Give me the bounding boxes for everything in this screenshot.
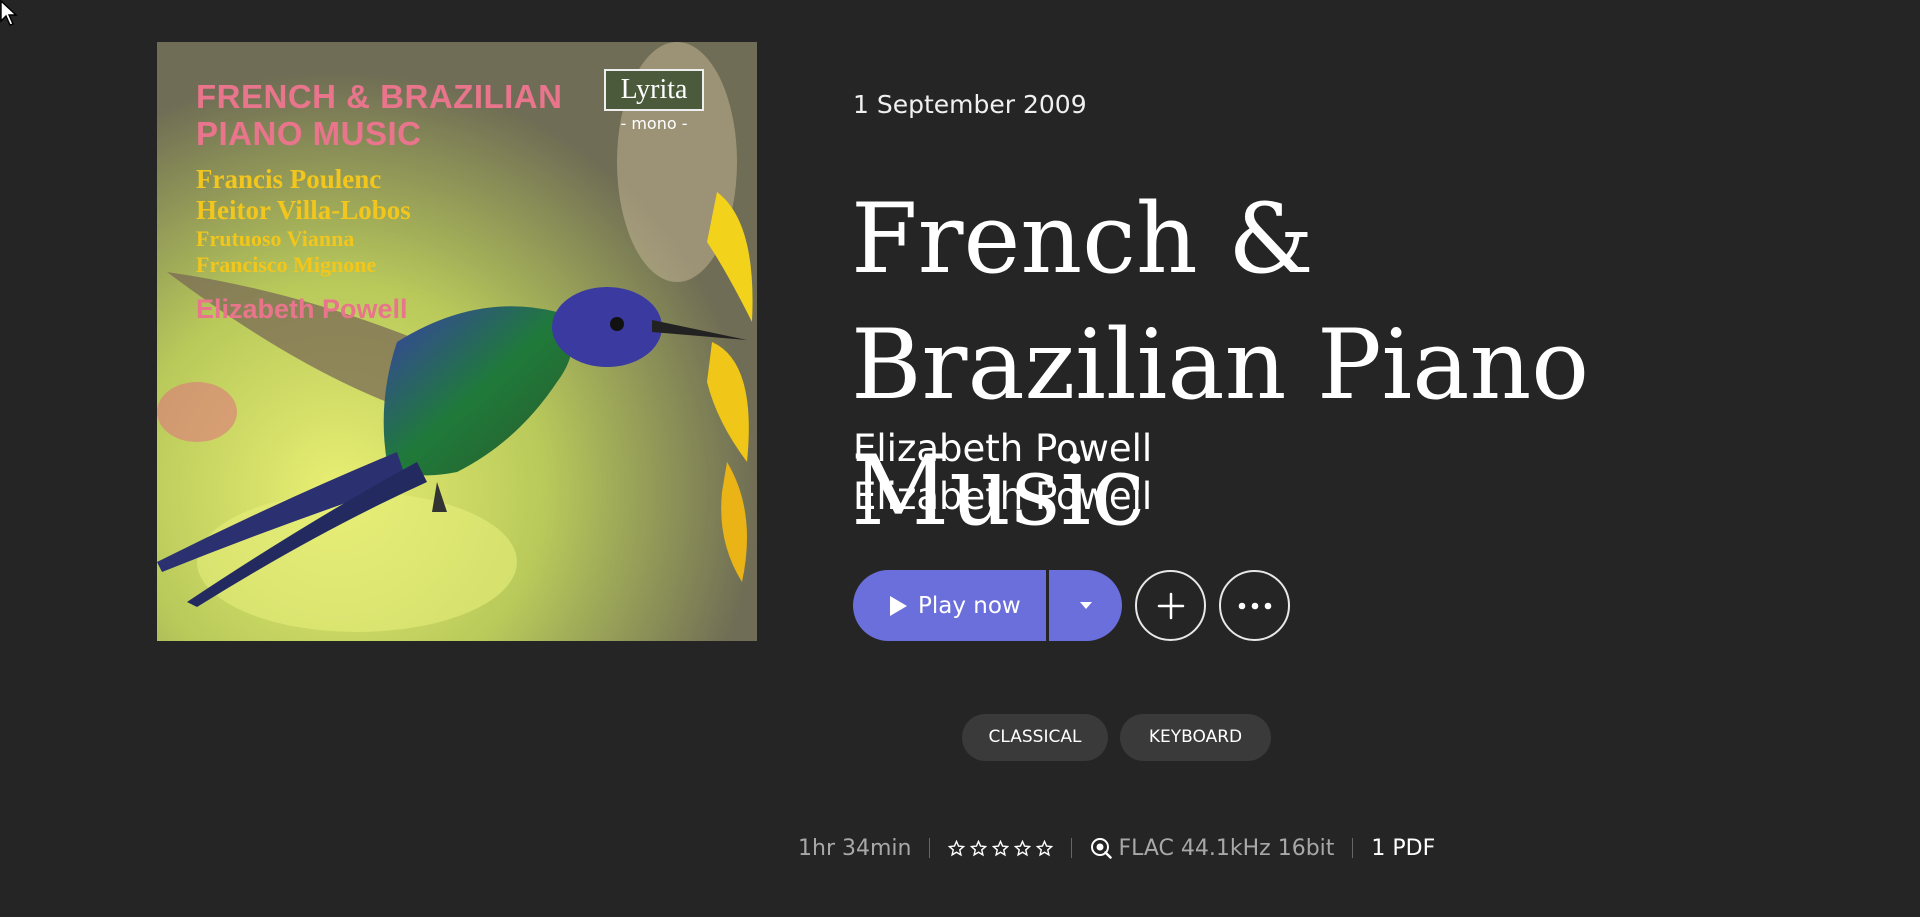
- play-now-button[interactable]: Play now: [853, 570, 1046, 641]
- plus-icon: [1157, 592, 1184, 619]
- duration: 1hr 34min: [798, 835, 912, 861]
- album-title-line: French &: [851, 183, 1314, 295]
- star-outline-icon[interactable]: [1036, 839, 1054, 857]
- booklet-pdf-link[interactable]: 1 PDF: [1371, 836, 1435, 861]
- album-cover[interactable]: FRENCH & BRAZILIAN PIANO MUSIC Francis P…: [157, 42, 757, 641]
- star-outline-icon[interactable]: [948, 839, 966, 857]
- genre-tag[interactable]: CLASSICAL: [962, 714, 1108, 761]
- play-now-label: Play now: [918, 592, 1021, 619]
- rating-stars[interactable]: [948, 839, 1054, 857]
- audio-quality: FLAC 44.1kHz 16bit: [1090, 836, 1334, 861]
- cover-composer: Frutuoso Vianna: [196, 226, 355, 251]
- caret-down-icon: [1079, 602, 1092, 609]
- cover-composer: Francis Poulenc: [196, 164, 382, 194]
- cover-title-text: FRENCH & BRAZILIAN PIANO MUSIC: [196, 78, 563, 152]
- cover-composer: Heitor Villa-Lobos: [196, 195, 411, 225]
- star-outline-icon[interactable]: [1014, 839, 1032, 857]
- divider: [1071, 838, 1073, 858]
- record-label-sub: - mono -: [620, 114, 688, 133]
- play-options-dropdown[interactable]: [1049, 570, 1122, 641]
- artist-link[interactable]: Elizabeth Powell: [853, 427, 1152, 470]
- mouse-cursor-icon: [0, 0, 18, 26]
- more-horizontal-icon: [1238, 602, 1271, 609]
- star-outline-icon[interactable]: [970, 839, 988, 857]
- cover-composers: Francis Poulenc Heitor Villa-Lobos Frutu…: [196, 164, 411, 278]
- cover-composer: Francisco Mignone: [196, 252, 377, 277]
- add-to-library-button[interactable]: [1135, 570, 1206, 641]
- album-meta-row: 1hr 34min FLAC 44.1kHz 16bit 1 PDF: [798, 832, 1435, 864]
- hi-res-search-icon: [1091, 838, 1113, 859]
- cover-performer: Elizabeth Powell: [196, 294, 408, 324]
- divider: [929, 838, 931, 858]
- genre-tag[interactable]: KEYBOARD: [1120, 714, 1271, 761]
- divider: [1352, 838, 1354, 858]
- more-options-button[interactable]: [1219, 570, 1290, 641]
- star-outline-icon[interactable]: [992, 839, 1010, 857]
- album-page: FRENCH & BRAZILIAN PIANO MUSIC Francis P…: [0, 0, 1920, 917]
- release-date: 1 September 2009: [853, 90, 1087, 119]
- play-button-group: Play now: [853, 570, 1122, 641]
- play-icon: [890, 595, 907, 616]
- artist-link[interactable]: Elizabeth Powell: [853, 475, 1152, 518]
- audio-quality-label: FLAC 44.1kHz 16bit: [1118, 835, 1335, 861]
- record-label-logo: Lyrita: [604, 69, 704, 111]
